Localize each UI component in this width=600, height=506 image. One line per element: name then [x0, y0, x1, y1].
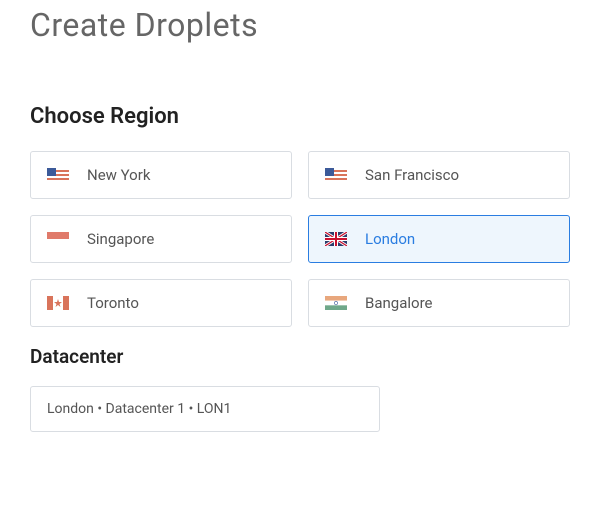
region-grid: New York San Francisco Singapore — [30, 151, 570, 327]
us-flag-icon — [325, 168, 347, 182]
region-label: London — [365, 230, 415, 248]
choose-region-heading: Choose Region — [30, 104, 570, 129]
region-card-toronto[interactable]: Toronto — [30, 279, 292, 327]
region-card-singapore[interactable]: Singapore — [30, 215, 292, 263]
region-card-san-francisco[interactable]: San Francisco — [308, 151, 570, 199]
region-label: New York — [87, 166, 150, 184]
region-card-new-york[interactable]: New York — [30, 151, 292, 199]
datacenter-selected-value: London • Datacenter 1 • LON1 — [47, 401, 231, 417]
page-title: Create Droplets — [30, 6, 570, 44]
ca-flag-icon — [47, 296, 69, 310]
datacenter-select[interactable]: London • Datacenter 1 • LON1 — [30, 386, 380, 432]
region-label: Singapore — [87, 230, 154, 248]
in-flag-icon — [325, 296, 347, 310]
datacenter-heading: Datacenter — [30, 345, 570, 368]
us-flag-icon — [47, 168, 69, 182]
sg-flag-icon — [47, 232, 69, 246]
gb-flag-icon — [325, 232, 347, 246]
region-label: Bangalore — [365, 294, 432, 312]
region-label: Toronto — [87, 294, 139, 312]
region-card-bangalore[interactable]: Bangalore — [308, 279, 570, 327]
region-card-london[interactable]: London — [308, 215, 570, 263]
region-label: San Francisco — [365, 166, 459, 184]
datacenter-row: London • Datacenter 1 • LON1 — [30, 386, 570, 432]
